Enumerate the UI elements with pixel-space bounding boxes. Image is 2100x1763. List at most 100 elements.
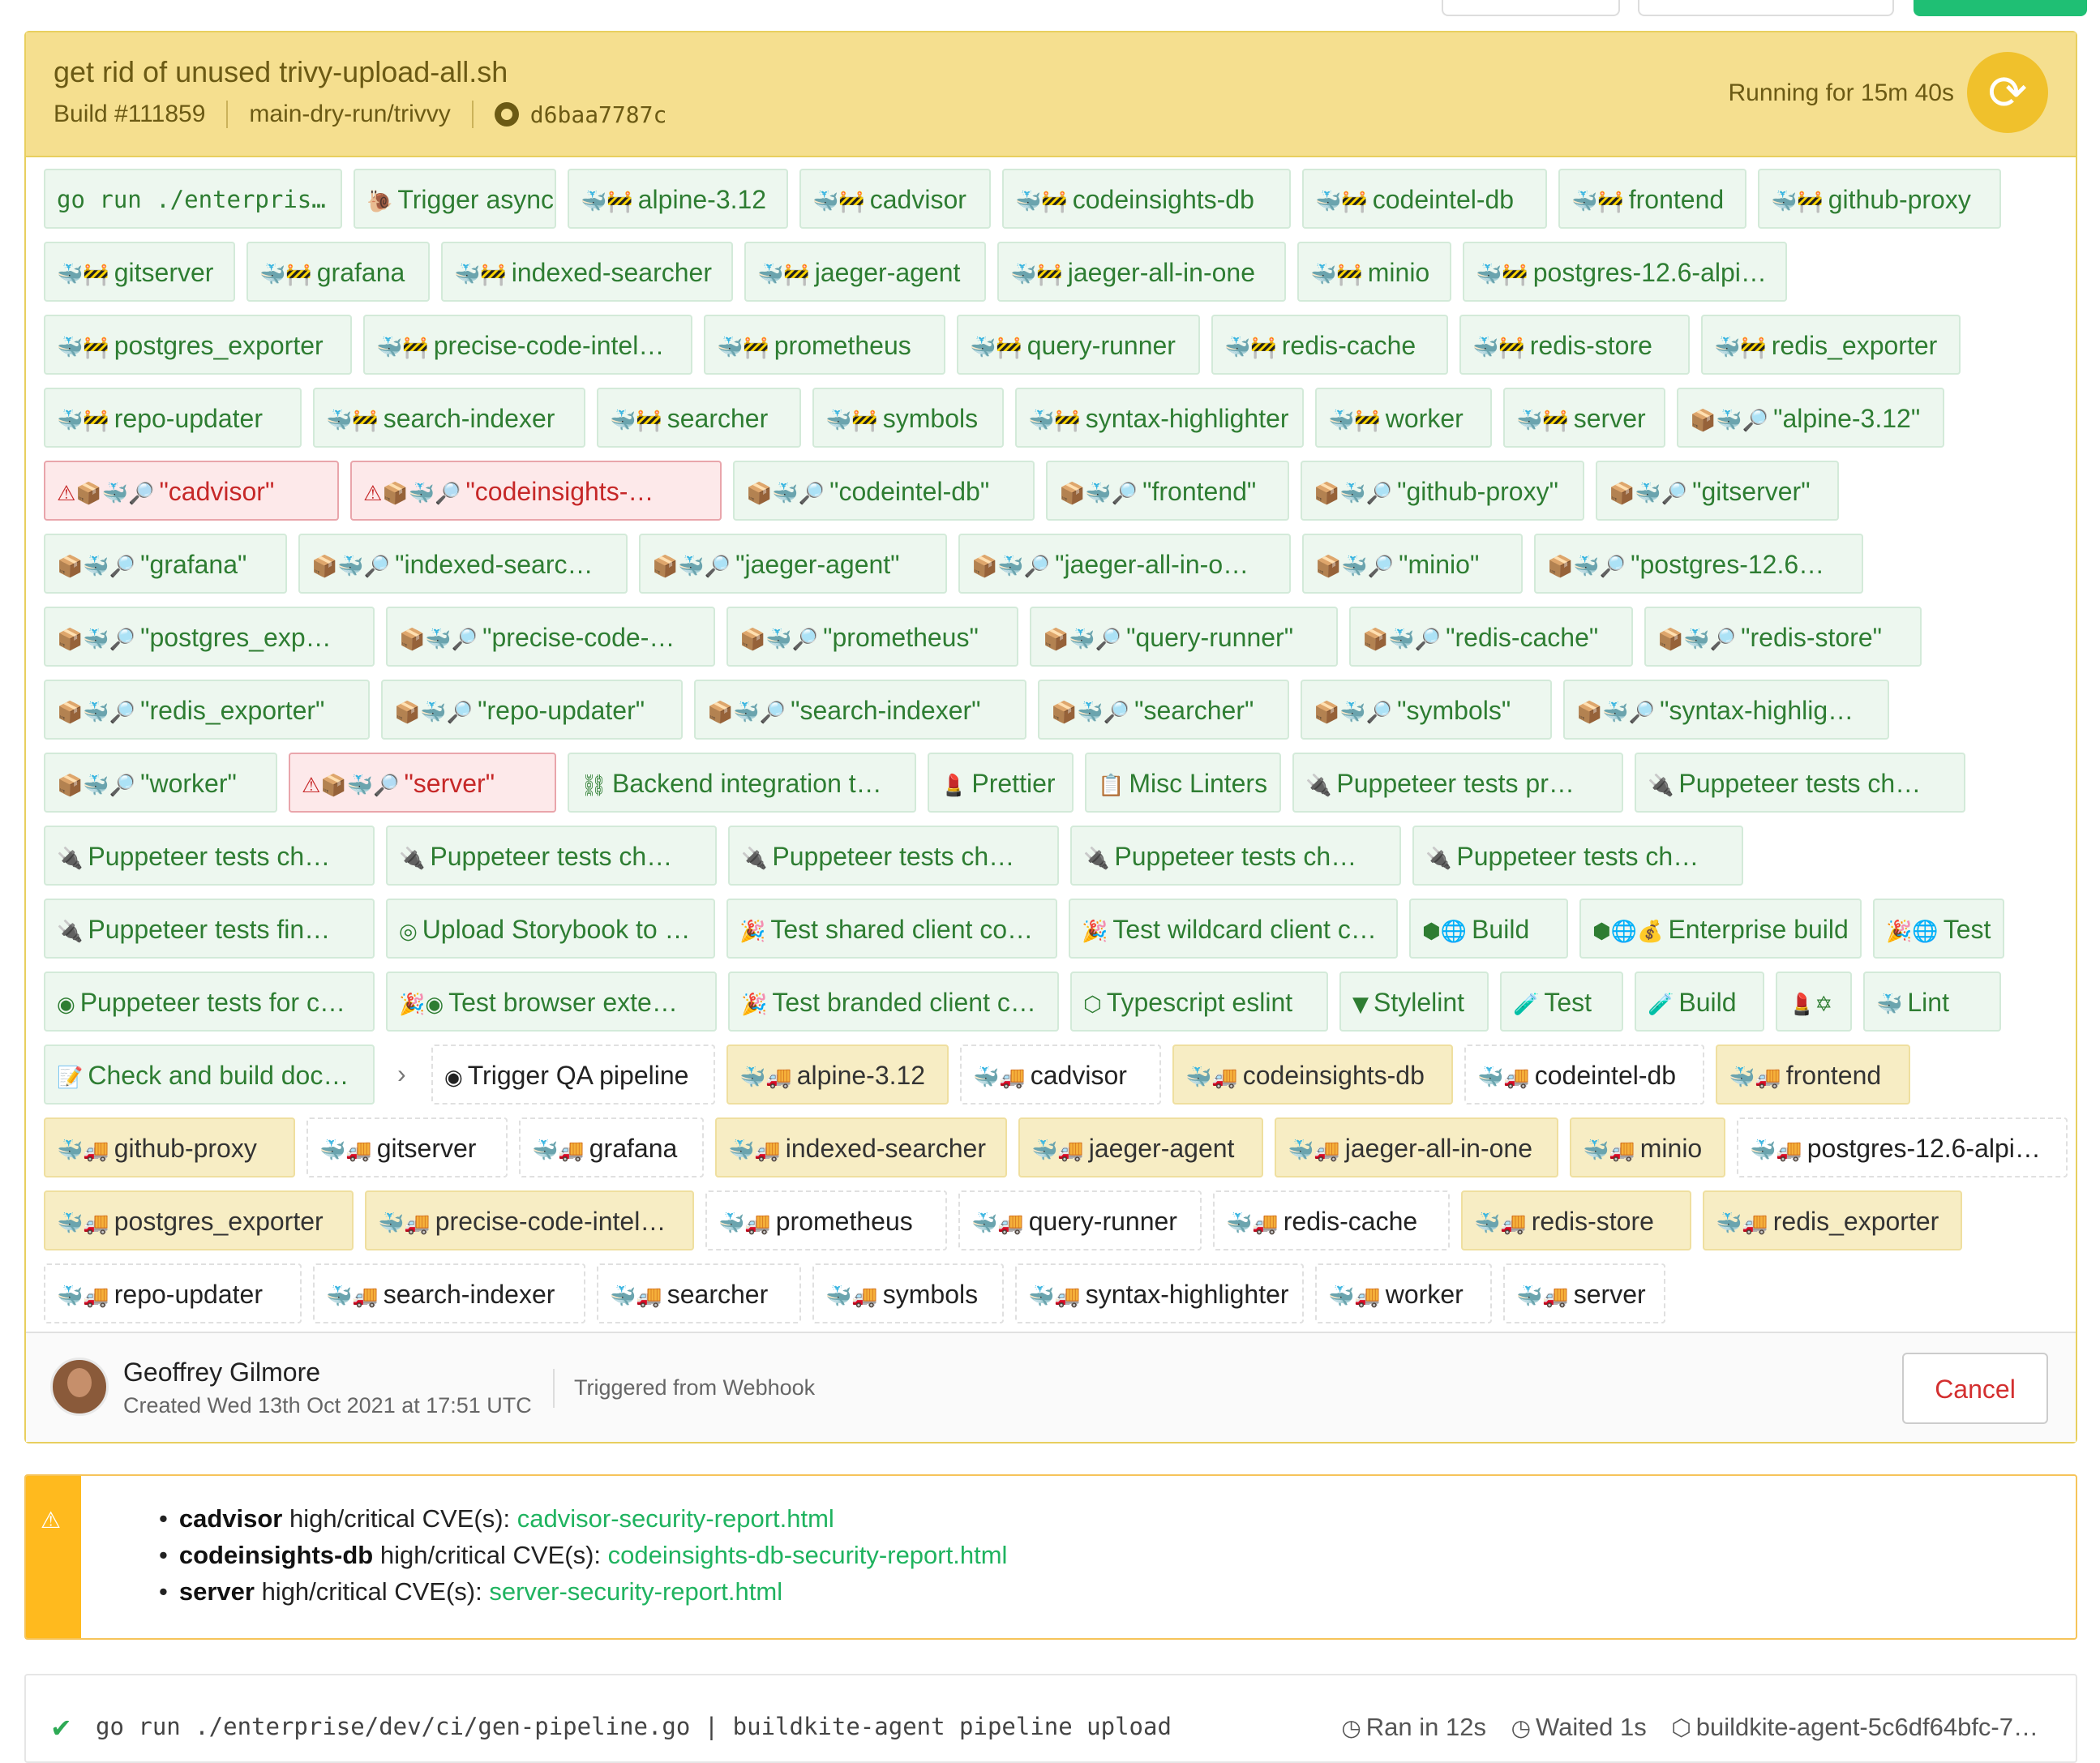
job-chip[interactable]: 📦🐳🔎 "precise-code-… — [386, 607, 715, 667]
job-chip[interactable]: 🐌 Trigger async — [354, 169, 556, 229]
job-chip[interactable]: 📦🐳🔎 "postgres-12.6… — [1534, 534, 1863, 594]
job-chip[interactable]: 🧪 Build — [1635, 972, 1764, 1032]
job-chip[interactable]: 🔌 Puppeteer tests ch… — [386, 826, 717, 886]
job-chip[interactable]: 🐳🚚 alpine-3.12 — [726, 1045, 949, 1105]
security-report-link[interactable]: codeinsights-db-security-report.html — [608, 1541, 1008, 1569]
job-chip[interactable]: 📦🐳🔎 "worker" — [44, 753, 277, 813]
top-action-button[interactable] — [1442, 0, 1620, 16]
job-chip[interactable]: 📦🐳🔎 "searcher" — [1038, 680, 1289, 740]
job-chip[interactable]: 📦🐳🔎 "grafana" — [44, 534, 287, 594]
job-chip[interactable]: 🐳🚧 worker — [1315, 388, 1492, 448]
job-chip[interactable]: 🐳🚧 searcher — [597, 388, 801, 448]
job-chip[interactable]: 🐳🚚 prometheus — [705, 1190, 947, 1250]
job-chip[interactable]: 🐳🚧 redis-cache — [1211, 315, 1448, 375]
job-chip[interactable]: 📦🐳🔎 "github-proxy" — [1301, 461, 1584, 521]
job-chip[interactable]: 📦🐳🔎 "codeintel-db" — [733, 461, 1035, 521]
job-chip[interactable]: 🐳🚧 minio — [1297, 242, 1451, 302]
job-chip[interactable]: 📦🐳🔎 "redis_exporter" — [44, 680, 370, 740]
security-report-link[interactable]: cadvisor-security-report.html — [517, 1504, 834, 1533]
build-commit[interactable]: d6baa7787c — [530, 101, 667, 128]
job-chip[interactable]: ◉ Trigger QA pipeline — [431, 1045, 715, 1105]
job-chip[interactable]: 🐳🚧 query-runner — [957, 315, 1200, 375]
job-chip[interactable]: 🐳🚚 search-indexer — [313, 1263, 585, 1323]
job-chip[interactable]: ▼ Stylelint — [1339, 972, 1489, 1032]
job-chip[interactable]: 🐳🚚 symbols — [812, 1263, 1004, 1323]
job-chip[interactable]: 🐳🚚 repo-updater — [44, 1263, 302, 1323]
job-chip[interactable]: 📦🐳🔎 "gitserver" — [1596, 461, 1839, 521]
build-branch[interactable]: main-dry-run/trivvy — [249, 101, 450, 128]
job-chip[interactable]: 📝 Check and build doc… — [44, 1045, 375, 1105]
job-chip[interactable]: 🐳🚧 prometheus — [704, 315, 945, 375]
job-chip[interactable]: ⬢🌐 Build — [1409, 899, 1568, 959]
job-chip[interactable]: 🐳🚧 repo-updater — [44, 388, 302, 448]
job-chip[interactable]: ◎ Upload Storybook to … — [386, 899, 715, 959]
job-chip[interactable]: 🎉🌐 Test — [1873, 899, 2004, 959]
step-agent[interactable]: buildkite-agent-5c6df64bfc-7… — [1696, 1713, 2038, 1741]
job-chip[interactable]: 🐳🚚 syntax-highlighter — [1015, 1263, 1304, 1323]
job-chip[interactable]: 🎉 Test wildcard client c… — [1069, 899, 1398, 959]
job-chip[interactable]: 🐳🚚 github-proxy — [44, 1117, 295, 1177]
job-chip[interactable]: 🐳🚚 postgres_exporter — [44, 1190, 354, 1250]
job-chip[interactable]: ⬢🌐💰 Enterprise build — [1579, 899, 1862, 959]
job-chip[interactable]: 🐳🚚 gitserver — [306, 1117, 508, 1177]
job-chip[interactable]: 📦🐳🔎 "redis-store" — [1644, 607, 1922, 667]
job-chip[interactable]: 🐳🚧 symbols — [812, 388, 1004, 448]
job-chip[interactable]: 🐳🚚 redis-store — [1461, 1190, 1691, 1250]
job-chip[interactable]: ⚠📦🐳🔎 "server" — [289, 753, 556, 813]
job-chip[interactable]: 🐳🚚 codeintel-db — [1464, 1045, 1704, 1105]
job-chip[interactable]: 🐳🚧 precise-code-intel… — [363, 315, 692, 375]
job-chip[interactable]: 🐳🚚 codeinsights-db — [1172, 1045, 1453, 1105]
build-number[interactable]: Build #111859 — [54, 101, 205, 128]
job-chip[interactable]: 🐳🚚 grafana — [519, 1117, 704, 1177]
job-chip[interactable]: 🐳🚧 redis-store — [1459, 315, 1690, 375]
job-chip[interactable]: 🐳🚧 codeinsights-db — [1002, 169, 1291, 229]
cancel-button[interactable]: Cancel — [1902, 1353, 2048, 1424]
job-chip[interactable]: 📦🐳🔎 "alpine-3.12" — [1677, 388, 1944, 448]
job-chip[interactable]: 🐳🚚 redis_exporter — [1703, 1190, 1962, 1250]
job-chip[interactable]: 🐳🚧 postgres_exporter — [44, 315, 352, 375]
job-chip[interactable]: 📦🐳🔎 "postgres_exp… — [44, 607, 375, 667]
job-chip[interactable]: 📦🐳🔎 "prometheus" — [726, 607, 1018, 667]
job-chip[interactable]: 🐳🚚 searcher — [597, 1263, 801, 1323]
job-chip[interactable]: 🐳🚧 github-proxy — [1758, 169, 2001, 229]
job-chip[interactable]: 🎉 Test shared client co… — [726, 899, 1057, 959]
job-chip[interactable]: 🐳🚧 postgres-12.6-alpi… — [1463, 242, 1787, 302]
job-chip[interactable]: 🐳🚚 postgres-12.6-alpi… — [1737, 1117, 2068, 1177]
job-chip[interactable]: 📦🐳🔎 "query-runner" — [1030, 607, 1338, 667]
job-chip[interactable]: 🐳🚧 frontend — [1558, 169, 1746, 229]
job-chip[interactable]: 🐳🚚 frontend — [1716, 1045, 1910, 1105]
job-chip[interactable]: 🐳🚧 cadvisor — [799, 169, 991, 229]
job-chip[interactable]: 🐳🚧 gitserver — [44, 242, 235, 302]
top-primary-button[interactable] — [1914, 0, 2087, 16]
job-chip[interactable]: 📦🐳🔎 "minio" — [1302, 534, 1523, 594]
job-chip[interactable]: 🐳🚧 jaeger-all-in-one — [997, 242, 1286, 302]
job-chip[interactable]: 🧪 Test — [1500, 972, 1623, 1032]
job-chip[interactable]: 🔌 Puppeteer tests ch… — [1412, 826, 1743, 886]
job-chip[interactable]: 🐳🚚 server — [1503, 1263, 1665, 1323]
job-chip[interactable]: 🐳🚚 query-runner — [958, 1190, 1202, 1250]
top-action-button[interactable] — [1638, 0, 1894, 16]
job-chip[interactable]: 🔌 Puppeteer tests pr… — [1292, 753, 1623, 813]
job-chip[interactable]: 🔌 Puppeteer tests ch… — [728, 826, 1059, 886]
job-chip[interactable]: 🐳🚚 cadvisor — [960, 1045, 1161, 1105]
job-chip[interactable]: 🐳🚧 jaeger-agent — [744, 242, 986, 302]
pipeline-step[interactable]: ✔ go run ./enterprise/dev/ci/gen-pipelin… — [24, 1674, 2077, 1763]
job-chip[interactable]: ⚠📦🐳🔎 "cadvisor" — [44, 461, 339, 521]
job-chip[interactable]: 🎉 Test branded client c… — [728, 972, 1059, 1032]
job-chip[interactable]: 📦🐳🔎 "search-indexer" — [694, 680, 1026, 740]
job-chip[interactable]: 🐳🚚 jaeger-agent — [1018, 1117, 1263, 1177]
job-chip[interactable]: 🔌 Puppeteer tests ch… — [44, 826, 375, 886]
job-chip[interactable]: 🐳🚧 redis_exporter — [1701, 315, 1961, 375]
job-chip[interactable]: 🐳🚚 indexed-searcher — [715, 1117, 1007, 1177]
job-chip[interactable]: 📦🐳🔎 "jaeger-agent" — [639, 534, 947, 594]
job-chip[interactable]: 🐳🚚 precise-code-intel… — [365, 1190, 694, 1250]
job-chip[interactable]: 📦🐳🔎 "frontend" — [1046, 461, 1289, 521]
job-chip[interactable]: 📦🐳🔎 "jaeger-all-in-o… — [958, 534, 1291, 594]
job-chip[interactable]: 🐳🚧 syntax-highlighter — [1015, 388, 1304, 448]
job-chip[interactable]: 🔌 Puppeteer tests ch… — [1635, 753, 1965, 813]
job-chip[interactable]: 🎉◉ Test browser exte… — [386, 972, 717, 1032]
job-chip[interactable]: ⬡ Typescript eslint — [1070, 972, 1328, 1032]
job-chip[interactable]: ◉ Puppeteer tests for c… — [44, 972, 375, 1032]
job-chip[interactable]: 🐳🚚 minio — [1570, 1117, 1725, 1177]
job-chip[interactable]: 💄 Prettier — [928, 753, 1074, 813]
